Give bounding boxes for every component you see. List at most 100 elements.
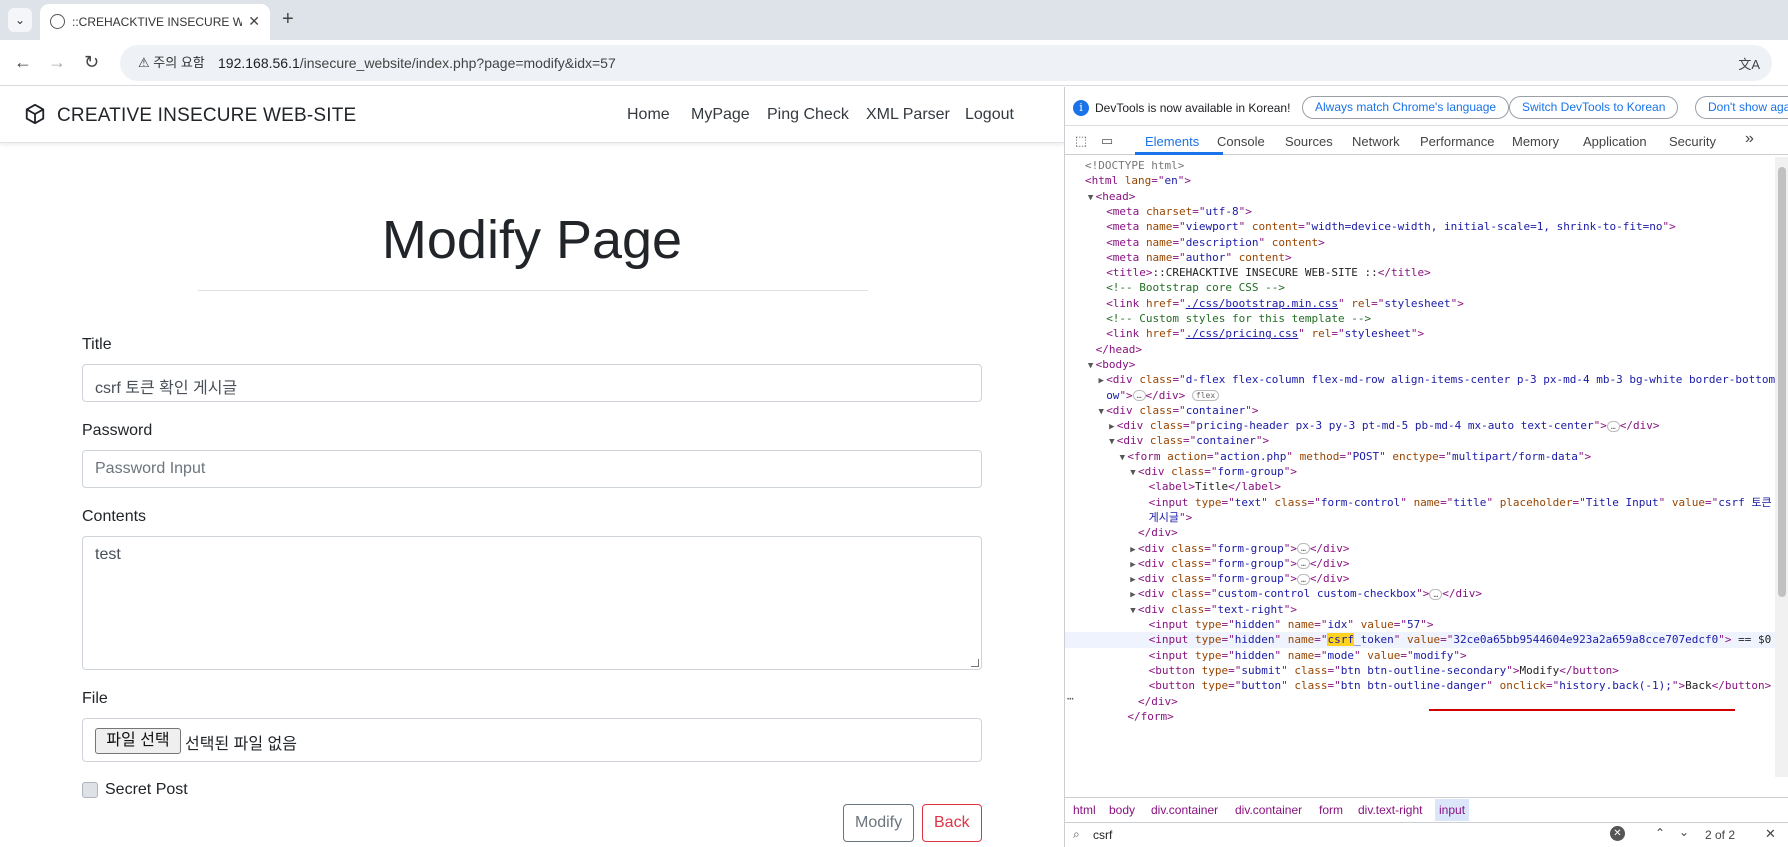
dom-node[interactable]: <input type="hidden" name="mode" value="… [1065,648,1775,664]
more-tabs-icon[interactable]: » [1745,130,1754,148]
tab-memory[interactable]: Memory [1512,134,1559,149]
always-match-language-button[interactable]: Always match Chrome's language [1302,96,1510,119]
dom-node[interactable]: <link href="./css/pricing.css" rel="styl… [1065,326,1775,342]
dom-node[interactable]: ▼ <div class="container"> [1065,433,1775,449]
dom-node[interactable]: ▶ <div class="form-group">… </div> [1065,541,1775,557]
tab-application[interactable]: Application [1583,134,1647,149]
contents-textarea[interactable]: test [82,536,982,670]
file-choose-button[interactable]: 파일 선택 [95,728,181,754]
nav-mypage[interactable]: MyPage [691,106,750,124]
dom-node[interactable]: </form> [1065,709,1775,725]
browser-tab[interactable]: ::CREHACKTIVE INSECURE WEB-SITE :: ✕ [40,4,270,40]
reload-icon[interactable]: ↻ [84,52,99,72]
tab-elements[interactable]: Elements [1145,134,1199,149]
resize-handle-icon[interactable] [971,659,979,667]
dom-node[interactable]: </div> [1065,525,1775,541]
tab-close-icon[interactable]: ✕ [248,13,260,30]
dom-node-markup: <div class="form-group"> [1138,465,1297,478]
dom-node[interactable]: 게시글"> [1065,510,1775,526]
crumb-input[interactable]: input [1435,799,1470,821]
back-arrow-icon[interactable]: ← [14,52,32,72]
file-input: 파일 선택 선택된 파일 없음 [82,718,982,762]
clear-search-icon[interactable]: ✕ [1610,826,1625,841]
nav-logout[interactable]: Logout [965,106,1014,124]
dom-node[interactable]: ▼ <div class="container"> [1065,403,1775,419]
nav-home[interactable]: Home [627,106,670,124]
dom-node[interactable]: <html lang="en"> [1065,173,1775,189]
secret-post-label[interactable]: Secret Post [105,781,188,799]
devtools-panel: i DevTools is now available in Korean! A… [1064,87,1788,847]
crumb-body[interactable]: body [1109,803,1135,817]
title-divider [198,290,868,291]
dom-node[interactable]: <input type="hidden" name="idx" value="5… [1065,617,1775,633]
crumb-div-text-right[interactable]: div.text-right [1358,803,1422,817]
devtools-language-notice: i DevTools is now available in Korean! A… [1065,87,1788,126]
title-input[interactable]: csrf 토큰 확인 게시글 [82,364,982,402]
close-search-icon[interactable]: ✕ [1765,826,1776,842]
forward-arrow-icon[interactable]: → [48,52,66,72]
tab-search-chevron-icon[interactable]: ⌄ [8,8,32,32]
secret-post-checkbox[interactable] [82,782,98,798]
crumb-div-container-2[interactable]: div.container [1235,803,1302,817]
dom-node[interactable]: ▼ <head> [1065,189,1775,205]
dom-node[interactable]: <link href="./css/bootstrap.min.css" rel… [1065,296,1775,312]
dom-node[interactable]: ow">… </div> flex [1065,388,1775,404]
translate-icon[interactable]: 文A [1738,54,1760,73]
dom-node-markup: <div class="form-group">… </div> [1138,572,1350,586]
scrollbar-thumb[interactable] [1778,167,1786,597]
dom-node[interactable]: ▶ <div class="form-group">… </div> [1065,571,1775,587]
dom-node[interactable]: <title>::CREHACKTIVE INSECURE WEB-SITE :… [1065,265,1775,281]
dom-node[interactable]: <meta charset="utf-8"> [1065,204,1775,220]
file-label: File [82,690,108,707]
tab-security[interactable]: Security [1669,134,1716,149]
dom-node[interactable]: ▶ <div class="d-flex flex-column flex-md-… [1065,372,1775,388]
device-toolbar-icon[interactable]: ▭ [1099,133,1115,149]
modify-button[interactable]: Modify [843,804,915,842]
security-indicator[interactable]: ⚠ 주의 요함 [128,50,215,76]
dont-show-again-button[interactable]: Don't show aga [1695,96,1788,119]
dom-node[interactable]: ▼ <body> [1065,357,1775,373]
dom-node[interactable]: ▼ <form action="action.php" method="POST"… [1065,449,1775,465]
dom-node-selected[interactable]: <input type="hidden" name="csrf_token" v… [1065,632,1775,649]
site-brand[interactable]: CREATIVE INSECURE WEB-SITE [57,105,356,127]
tab-sources[interactable]: Sources [1285,134,1333,149]
dom-node[interactable]: <button type="submit" class="btn btn-out… [1065,663,1775,679]
password-input[interactable]: Password Input [82,450,982,488]
dom-node[interactable]: </div> [1065,694,1775,710]
dom-node[interactable]: <meta name="viewport" content="width=dev… [1065,219,1775,235]
address-bar[interactable]: ⚠ 주의 요함 192.168.56.1/insecure_website/in… [120,45,1772,81]
dom-node[interactable]: <button type="button" class="btn btn-out… [1065,678,1775,694]
dom-node-markup: </form> [1127,709,1174,723]
dom-node[interactable]: <label>Title</label> [1065,479,1775,495]
dom-node[interactable]: ▶ <div class="custom-control custom-check… [1065,586,1775,602]
dom-node[interactable]: <!DOCTYPE html> [1065,158,1775,174]
nav-xml-parser[interactable]: XML Parser [866,106,950,124]
previous-match-icon[interactable]: ⌃ [1655,826,1665,840]
crumb-form[interactable]: form [1319,803,1343,817]
url-text[interactable]: 192.168.56.1/insecure_website/index.php?… [218,55,616,71]
dom-node[interactable]: ▼ <div class="form-group"> [1065,464,1775,480]
nav-ping-check[interactable]: Ping Check [767,106,849,124]
dom-node[interactable]: <!-- Bootstrap core CSS --> [1065,280,1775,296]
crumb-div-container[interactable]: div.container [1151,803,1218,817]
dom-node[interactable]: ▼ <div class="text-right"> [1065,602,1775,618]
inspect-element-icon[interactable]: ⬚ [1073,133,1089,149]
dom-node[interactable]: <meta name="description" content> [1065,235,1775,251]
dom-node[interactable]: <input type="text" class="form-control" … [1065,495,1775,511]
search-input[interactable]: csrf [1093,828,1112,842]
crumb-html[interactable]: html [1073,803,1096,817]
tab-network[interactable]: Network [1352,134,1400,149]
dom-node[interactable]: ▶ <div class="form-group">… </div> [1065,556,1775,572]
new-tab-plus-icon[interactable]: + [282,8,294,30]
dom-node[interactable]: <!-- Custom styles for this template --> [1065,311,1775,327]
tab-console[interactable]: Console [1217,134,1265,149]
back-button[interactable]: Back [922,804,982,842]
tab-performance[interactable]: Performance [1420,134,1494,149]
browser-tab-strip: ⌄ ::CREHACKTIVE INSECURE WEB-SITE :: ✕ + [0,0,1788,40]
dom-scrollbar[interactable] [1775,157,1788,777]
dom-node[interactable]: <meta name="author" content> [1065,250,1775,266]
switch-to-korean-button[interactable]: Switch DevTools to Korean [1509,96,1679,119]
dom-node[interactable]: </head> [1065,342,1775,358]
next-match-icon[interactable]: ⌄ [1679,825,1689,839]
dom-node[interactable]: ▶ <div class="pricing-header px-3 py-3 pt… [1065,418,1775,434]
